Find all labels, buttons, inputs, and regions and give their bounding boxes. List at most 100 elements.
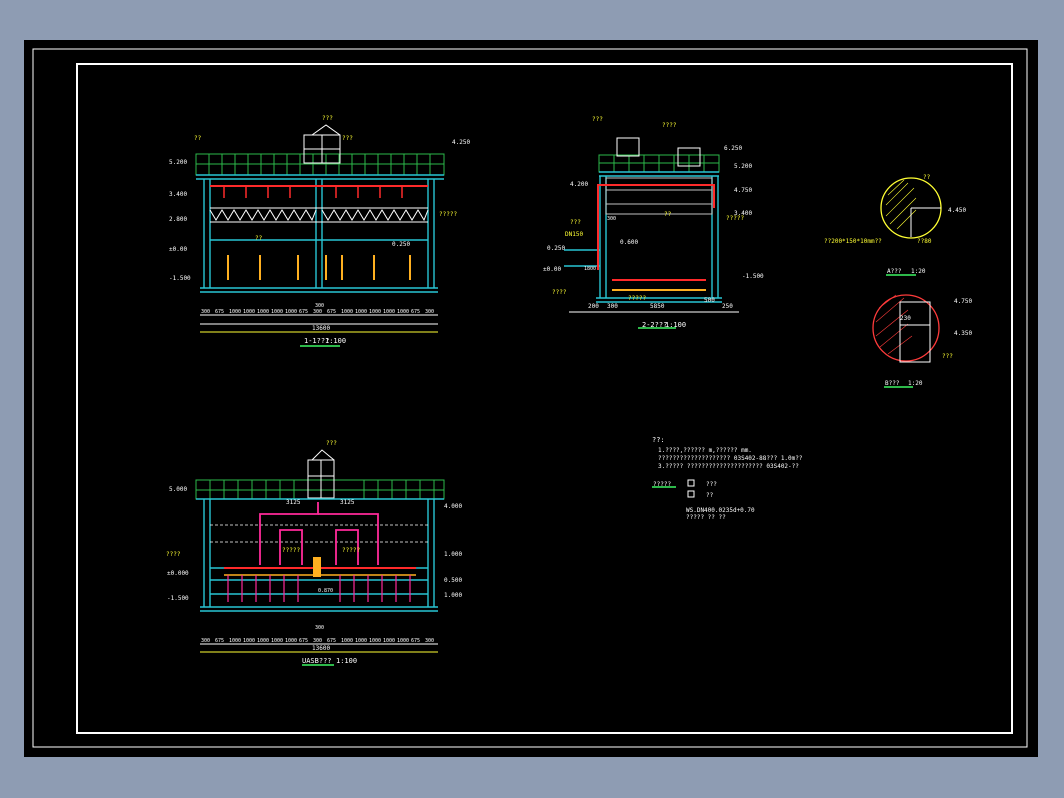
label-sub: ??? bbox=[570, 219, 581, 226]
detail-b-drawing: 230 4.750 4.350 ??? B??? 1:20 bbox=[872, 294, 972, 388]
elev-label: 5.200 bbox=[734, 163, 752, 170]
dim-label: 675 bbox=[327, 638, 336, 644]
detail-a-note: ??80 bbox=[917, 238, 932, 245]
notes-line: ???????????????????? 03S402-88??? 1.0m?? bbox=[658, 455, 803, 462]
dim-label: 1000 bbox=[355, 638, 367, 644]
dim: 250 bbox=[722, 303, 733, 310]
dim-label: 300 bbox=[201, 309, 210, 315]
dim-label: 675 bbox=[215, 309, 224, 315]
detail-a-title: A??? bbox=[887, 268, 902, 275]
label-pipe: DN150 bbox=[565, 231, 583, 238]
elev-label: 4.200 bbox=[570, 181, 588, 188]
dim-label: 1000 bbox=[285, 309, 297, 315]
dim-label: 675 bbox=[411, 309, 420, 315]
detail-b-elev-top: 4.750 bbox=[954, 298, 972, 305]
notes-line: 1.????,?????? m,?????? mm. bbox=[658, 447, 752, 454]
uasb-small-dim: 0.870 bbox=[318, 588, 333, 594]
cad-drawing: 1-1??? 1:100 13600 300 4.250 3.400 2.800… bbox=[32, 48, 1028, 748]
dim-label: 1000 bbox=[229, 309, 241, 315]
dim-label: 300 bbox=[425, 309, 434, 315]
notes-line: 3.????? ????????????????????? 03S402-?? bbox=[658, 463, 799, 470]
dim-label: 1000 bbox=[243, 638, 255, 644]
dim-label: 1000 bbox=[229, 638, 241, 644]
uasb-top-dim: 3125 bbox=[340, 499, 355, 506]
label-unit: ???? bbox=[662, 122, 677, 129]
dim: 5850 bbox=[650, 303, 665, 310]
dim-label: 300 bbox=[313, 638, 322, 644]
notes-spec2: ????? ?? ?? bbox=[686, 514, 726, 521]
detail-b-scale: 1:20 bbox=[908, 380, 923, 387]
notes-spec: WS.DN400.0235d+0.70 bbox=[686, 507, 755, 514]
detail-b-elev-mid: 4.350 bbox=[954, 330, 972, 337]
detail-b-title: B??? bbox=[885, 380, 900, 387]
elev-label: 4.000 bbox=[444, 503, 462, 510]
section-1-1-scale: 1:100 bbox=[325, 337, 346, 345]
elev-label: 2.800 bbox=[169, 216, 187, 223]
inner-dim: 300 bbox=[607, 216, 616, 222]
dim-label: 300 bbox=[201, 638, 210, 644]
inner-dim: 1800 bbox=[584, 266, 596, 272]
uasb-label-b: ????? bbox=[342, 547, 360, 554]
dim-label: 1000 bbox=[369, 638, 381, 644]
dim-label: 675 bbox=[299, 638, 308, 644]
elev-label: 1.000 bbox=[444, 551, 462, 558]
dim: 200 bbox=[588, 303, 599, 310]
uasb-title: UASB??? bbox=[302, 657, 332, 665]
uasb-scale: 1:100 bbox=[336, 657, 357, 665]
elev-label: ±0.00 bbox=[543, 266, 561, 273]
label-tank: ??? bbox=[592, 116, 603, 123]
elev-label: -1.500 bbox=[169, 275, 191, 282]
section-2-2-drawing: 2-2??? 1:100 ??? ???? ?? ??? DN150 ???? … bbox=[543, 116, 764, 329]
dim-label: 675 bbox=[411, 638, 420, 644]
dim-label: 675 bbox=[215, 638, 224, 644]
uasb-label-a: ????? bbox=[282, 547, 300, 554]
elev-label: 4.750 bbox=[734, 187, 752, 194]
legend-symbol-icon bbox=[687, 479, 695, 487]
detail-a-label: ?? bbox=[923, 174, 931, 181]
detail-a-drawing: ?? 4.450 ??200*150*10mm?? ??80 A??? 1:20 bbox=[824, 174, 966, 276]
label-mid: ?? bbox=[255, 235, 263, 242]
dim-label: 1000 bbox=[397, 638, 409, 644]
label-tank: ?? bbox=[194, 135, 202, 142]
legend-symbol-icon bbox=[687, 490, 695, 498]
elev-label: -1.500 bbox=[167, 595, 189, 602]
elev-label: 0.600 bbox=[620, 239, 638, 246]
dim: 500 bbox=[704, 297, 715, 304]
elev-label: 4.250 bbox=[452, 139, 470, 146]
legend-item: ?? bbox=[706, 492, 714, 499]
elev-label: 3.400 bbox=[169, 191, 187, 198]
label-pump: ????? bbox=[439, 211, 457, 218]
notes-header: ??: bbox=[652, 436, 665, 444]
dim-label: 1000 bbox=[341, 638, 353, 644]
detail-a-caption: ??200*150*10mm?? bbox=[824, 238, 882, 245]
dim-label: 1000 bbox=[369, 309, 381, 315]
elev-label: ±0.000 bbox=[167, 570, 189, 577]
section-2-2-title: 2-2??? bbox=[642, 321, 667, 329]
dim: 300 bbox=[607, 303, 618, 310]
dim-label: 1000 bbox=[257, 309, 269, 315]
uasb-label-left: ???? bbox=[166, 551, 181, 558]
dim-label: 1000 bbox=[271, 638, 283, 644]
label-pump: ???? bbox=[552, 289, 567, 296]
dim-label: 1000 bbox=[355, 309, 367, 315]
section-2-2-scale: 1:100 bbox=[665, 321, 686, 329]
detail-a-elev: 4.450 bbox=[948, 207, 966, 214]
detail-b-dim: 230 bbox=[900, 315, 911, 322]
outer-border bbox=[32, 48, 1028, 748]
elev-label: -1.500 bbox=[742, 273, 764, 280]
dim-label: 300 bbox=[425, 638, 434, 644]
general-notes: ??: 1.????,?????? m,?????? mm. ?????????… bbox=[652, 436, 803, 521]
label-sub: ??? bbox=[342, 135, 353, 142]
legend-item: ??? bbox=[706, 481, 717, 488]
section-1-1-total-dim: 13600 bbox=[312, 325, 330, 332]
elev-label: 5.000 bbox=[169, 486, 187, 493]
uasb-section-drawing: UASB??? 1:100 13600 300 0.870 3125 3125 … bbox=[166, 440, 462, 666]
dim-label: 300 bbox=[313, 309, 322, 315]
elev-label: 0.500 bbox=[444, 577, 462, 584]
elev-label: ±0.00 bbox=[169, 246, 187, 253]
label-mid: ?? bbox=[664, 211, 672, 218]
drawing-frame: 1-1??? 1:100 13600 300 4.250 3.400 2.800… bbox=[24, 40, 1038, 757]
detail-a-scale: 1:20 bbox=[911, 268, 926, 275]
dim-label: 1000 bbox=[383, 638, 395, 644]
uasb-total-dim: 13600 bbox=[312, 645, 330, 652]
